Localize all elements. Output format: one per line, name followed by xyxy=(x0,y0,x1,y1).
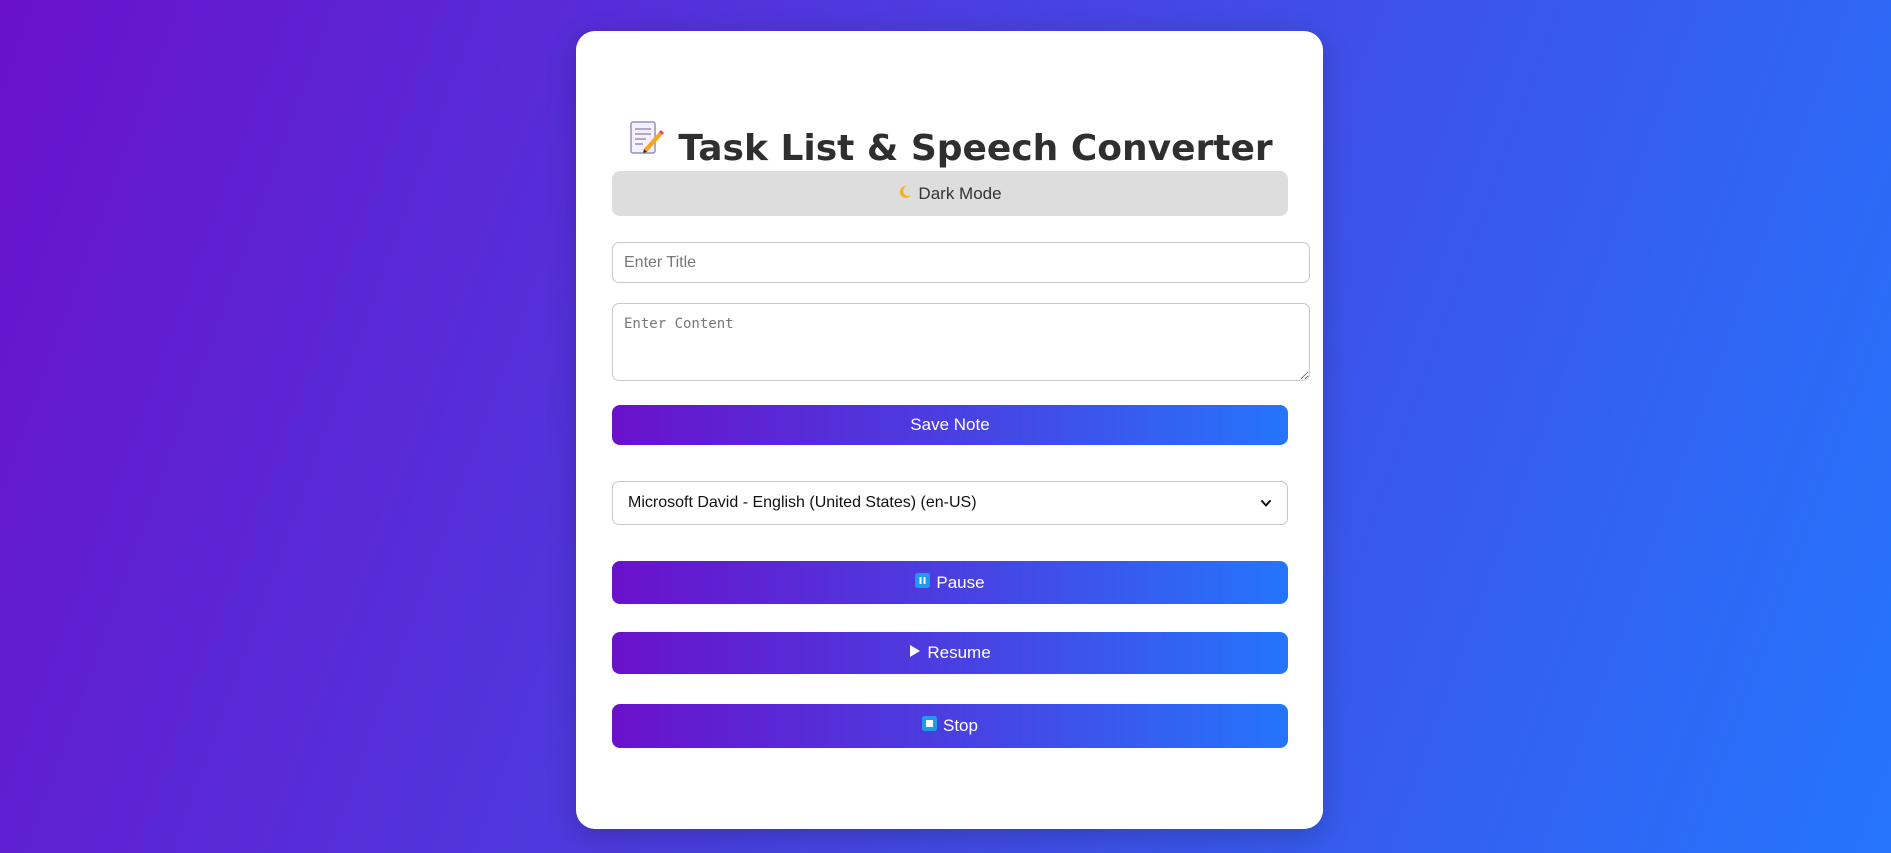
page-title: Task List & Speech Converter xyxy=(576,120,1323,176)
resume-button[interactable]: Resume xyxy=(612,632,1288,674)
stop-label: Stop xyxy=(943,716,978,735)
save-note-label: Save Note xyxy=(910,415,990,434)
pause-icon xyxy=(915,572,931,593)
voice-select-value: Microsoft David - English (United States… xyxy=(628,494,977,511)
dark-mode-button[interactable]: Dark Mode xyxy=(612,171,1288,216)
stop-icon xyxy=(922,716,937,736)
save-note-button[interactable]: Save Note xyxy=(612,405,1288,445)
play-icon xyxy=(909,643,921,663)
dark-mode-label: Dark Mode xyxy=(918,183,1002,203)
voice-select[interactable]: Microsoft David - English (United States… xyxy=(612,481,1288,525)
chevron-down-icon xyxy=(1260,497,1272,509)
stop-button[interactable]: Stop xyxy=(612,704,1288,748)
page-title-text: Task List & Speech Converter xyxy=(678,128,1273,169)
crescent-moon-icon xyxy=(898,184,912,204)
title-input[interactable] xyxy=(612,242,1310,283)
memo-icon xyxy=(626,118,665,174)
content-textarea[interactable] xyxy=(612,303,1310,381)
resume-label: Resume xyxy=(927,643,991,662)
pause-button[interactable]: Pause xyxy=(612,561,1288,604)
pause-label: Pause xyxy=(936,572,985,592)
notes-card: Task List & Speech Converter Dark Mode S… xyxy=(576,31,1323,829)
